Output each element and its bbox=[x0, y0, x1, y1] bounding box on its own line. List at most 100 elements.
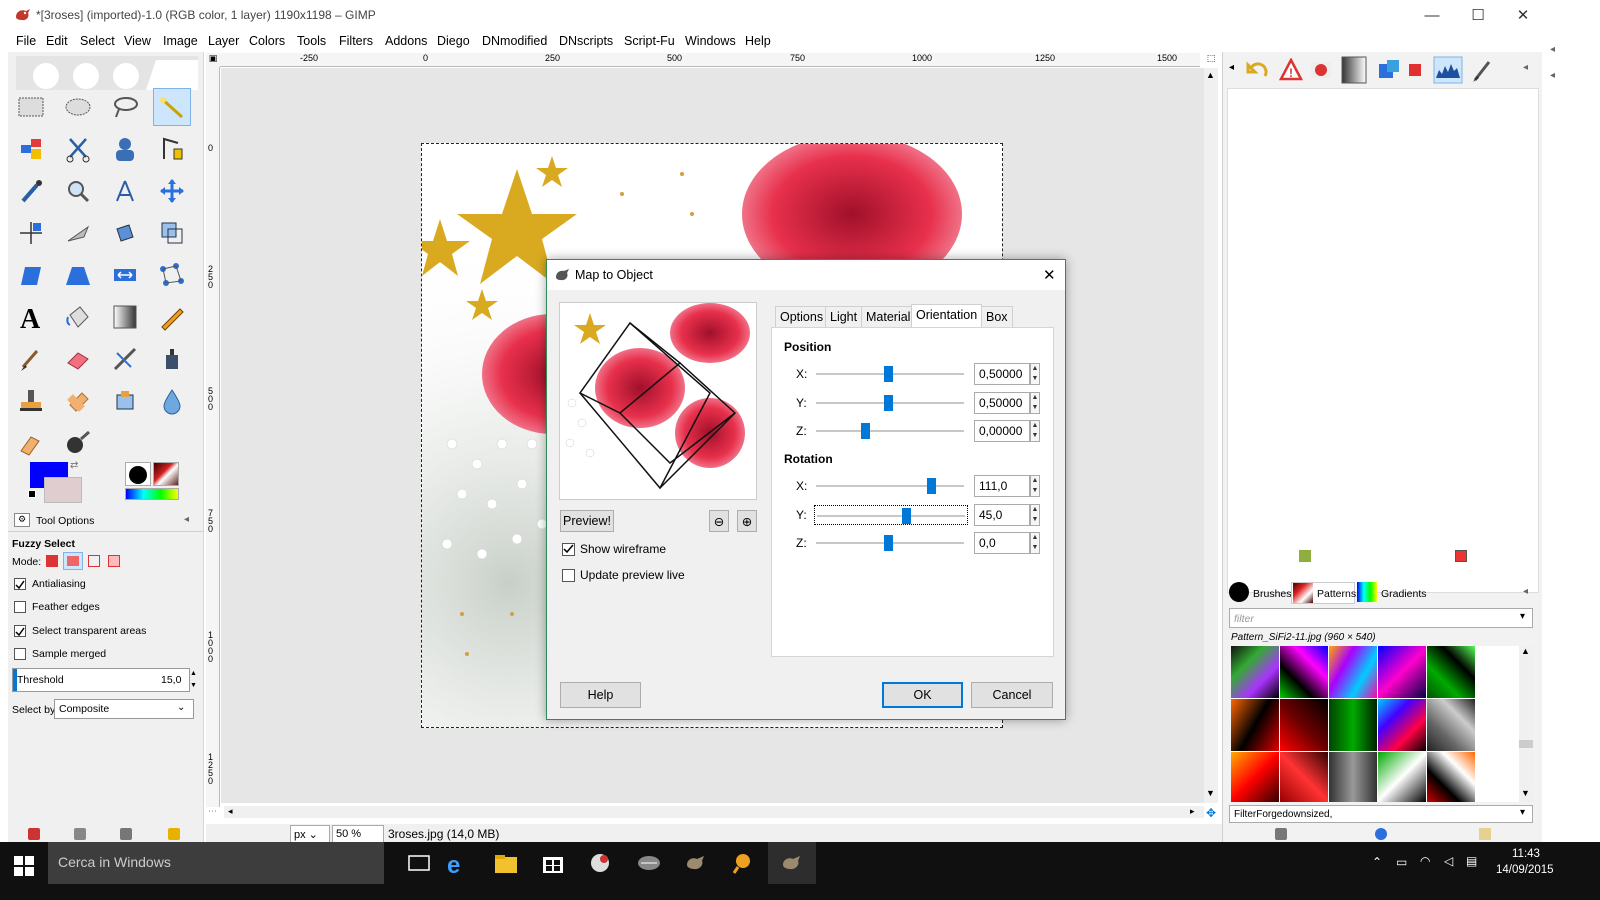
patterns-menu-icon[interactable]: ◂ bbox=[1523, 586, 1528, 597]
tab-orientation[interactable]: Orientation bbox=[911, 304, 983, 329]
menu-diego[interactable]: Diego bbox=[437, 34, 470, 48]
scroll-right-icon[interactable]: ▸ bbox=[1190, 806, 1195, 817]
patterns-scroll-down-icon[interactable]: ▼ bbox=[1521, 788, 1530, 798]
save-options-icon[interactable] bbox=[28, 828, 40, 840]
select-by-color-tool[interactable] bbox=[12, 130, 50, 168]
rotation-slider-thumb[interactable] bbox=[927, 478, 937, 494]
position-slider[interactable] bbox=[814, 364, 968, 384]
move-tool[interactable] bbox=[153, 172, 191, 210]
tag-dropdown-icon[interactable]: ▾ bbox=[1520, 807, 1525, 818]
maximize-button[interactable]: ☐ bbox=[1455, 0, 1501, 30]
position-value-input[interactable]: 0,00000 bbox=[974, 420, 1030, 442]
ink-tool[interactable] bbox=[153, 340, 191, 378]
rotation-spin-arrows-icon[interactable]: ▲ ▼ bbox=[1030, 475, 1040, 497]
flip-tool[interactable] bbox=[106, 256, 144, 294]
position-spin-arrows-icon[interactable]: ▲ ▼ bbox=[1030, 391, 1040, 414]
edge-browser-icon[interactable]: e bbox=[445, 851, 471, 875]
file-explorer-icon[interactable] bbox=[493, 851, 519, 875]
refresh-patterns-icon[interactable] bbox=[1375, 828, 1387, 840]
threshold-spin-arrows[interactable]: ▲ ▼ bbox=[190, 668, 197, 692]
close-button[interactable]: ✕ bbox=[1500, 0, 1546, 30]
select-by-dropdown[interactable]: Composite ⌄ bbox=[54, 699, 194, 719]
pattern-thumb[interactable] bbox=[1378, 646, 1426, 698]
minimize-button[interactable]: — bbox=[1409, 0, 1455, 30]
zoom-fit-icon[interactable]: ⬚ bbox=[1204, 53, 1218, 67]
store-icon[interactable] bbox=[540, 851, 566, 875]
help-button[interactable]: Help bbox=[560, 682, 641, 708]
pattern-filter-input[interactable]: filter ▾ bbox=[1229, 608, 1533, 628]
pattern-thumb[interactable] bbox=[1378, 699, 1426, 751]
tab-brushes[interactable]: Brushes bbox=[1229, 582, 1292, 604]
clone-tool[interactable] bbox=[12, 382, 50, 420]
menu-file[interactable]: File bbox=[16, 34, 36, 48]
pattern-thumb[interactable] bbox=[1329, 752, 1377, 802]
tag-selector[interactable]: FilterForgedownsized, ▾ bbox=[1229, 805, 1533, 823]
reset-options-icon[interactable] bbox=[168, 828, 180, 840]
menu-script-fu[interactable]: Script-Fu bbox=[624, 34, 675, 48]
menu-view[interactable]: View bbox=[124, 34, 151, 48]
image-thumbnail-icon[interactable] bbox=[1309, 58, 1333, 82]
heal-tool[interactable] bbox=[59, 382, 97, 420]
text-tool[interactable]: A bbox=[12, 298, 50, 336]
position-value-input[interactable]: 0,50000 bbox=[974, 391, 1030, 414]
search-app-icon[interactable] bbox=[731, 851, 757, 875]
delete-pattern-icon[interactable] bbox=[1275, 828, 1287, 840]
menu-image[interactable]: Image bbox=[163, 34, 198, 48]
active-gimp-taskbar-item[interactable] bbox=[768, 842, 816, 884]
pattern-thumb[interactable] bbox=[1427, 699, 1475, 751]
horizontal-scrollbar[interactable]: ◂ ▸ bbox=[224, 806, 1204, 818]
red-square-icon[interactable] bbox=[1409, 64, 1421, 76]
dock-scroll-left-icon[interactable]: ◂ bbox=[1229, 62, 1234, 73]
bucket-fill-tool[interactable] bbox=[59, 298, 97, 336]
panel-extra-icon[interactable] bbox=[1455, 550, 1467, 562]
menu-addons[interactable]: Addons bbox=[385, 34, 427, 48]
patterns-scroll-up-icon[interactable]: ▲ bbox=[1521, 646, 1530, 656]
zoom-in-button[interactable]: ⊕ bbox=[737, 510, 757, 532]
paintbrush-tool[interactable] bbox=[12, 340, 50, 378]
feather-edges-checkbox[interactable] bbox=[14, 601, 26, 613]
windows-start-icon[interactable] bbox=[14, 856, 34, 876]
navigate-icon[interactable]: ✥ bbox=[1204, 806, 1218, 820]
swap-colors-icon[interactable]: ⇄ bbox=[70, 460, 78, 471]
pattern-thumb[interactable] bbox=[1329, 699, 1377, 751]
default-colors-icon[interactable] bbox=[28, 490, 36, 498]
update-preview-checkbox[interactable] bbox=[562, 569, 575, 582]
position-slider[interactable] bbox=[814, 421, 968, 441]
fuzzy-select-tool[interactable] bbox=[153, 88, 191, 126]
battery-icon[interactable]: ▭ bbox=[1396, 855, 1407, 869]
foreground-select-tool[interactable] bbox=[106, 130, 144, 168]
notifications-icon[interactable]: ▤ bbox=[1466, 854, 1477, 868]
tab-box[interactable]: Box bbox=[981, 306, 1013, 328]
pattern-grid[interactable] bbox=[1231, 646, 1527, 802]
eraser-tool[interactable] bbox=[59, 340, 97, 378]
free-select-tool[interactable] bbox=[106, 88, 144, 126]
pattern-thumb[interactable] bbox=[1280, 646, 1328, 698]
position-value-input[interactable]: 0,50000 bbox=[974, 363, 1030, 385]
rotation-spin-arrows-icon[interactable]: ▲ ▼ bbox=[1030, 503, 1040, 526]
menu-help[interactable]: Help bbox=[745, 34, 771, 48]
menu-dnmodified[interactable]: DNmodified bbox=[482, 34, 547, 48]
select-transparent-checkbox[interactable] bbox=[14, 625, 26, 637]
perspective-tool[interactable] bbox=[59, 256, 97, 294]
rotation-slider[interactable] bbox=[814, 504, 968, 525]
pattern-thumb[interactable] bbox=[1231, 699, 1279, 751]
menu-filters[interactable]: Filters bbox=[339, 34, 373, 48]
restore-options-icon[interactable] bbox=[74, 828, 86, 840]
position-slider[interactable] bbox=[814, 393, 968, 413]
task-view-icon[interactable] bbox=[406, 851, 432, 875]
align-tool[interactable] bbox=[12, 214, 50, 252]
dock-menu-icon[interactable]: ◂ bbox=[1523, 62, 1528, 73]
threshold-slider[interactable]: Threshold 15,0 bbox=[12, 668, 190, 692]
gradient-tab-icon[interactable] bbox=[1341, 56, 1367, 84]
tab-menu-icon[interactable]: ◂ bbox=[184, 514, 189, 525]
color-picker-tool[interactable] bbox=[12, 172, 50, 210]
perspective-clone-tool[interactable] bbox=[106, 382, 144, 420]
open-folder-icon[interactable] bbox=[1479, 828, 1491, 840]
scroll-down-icon[interactable]: ▼ bbox=[1206, 788, 1215, 798]
airbrush-tool[interactable] bbox=[106, 340, 144, 378]
menu-windows[interactable]: Windows bbox=[685, 34, 736, 48]
taskbar-search-box[interactable]: Cerca in Windows bbox=[48, 842, 384, 884]
scissors-tool[interactable] bbox=[59, 130, 97, 168]
patterns-scroll-thumb[interactable] bbox=[1519, 740, 1533, 748]
active-pattern-preview[interactable] bbox=[153, 462, 179, 486]
